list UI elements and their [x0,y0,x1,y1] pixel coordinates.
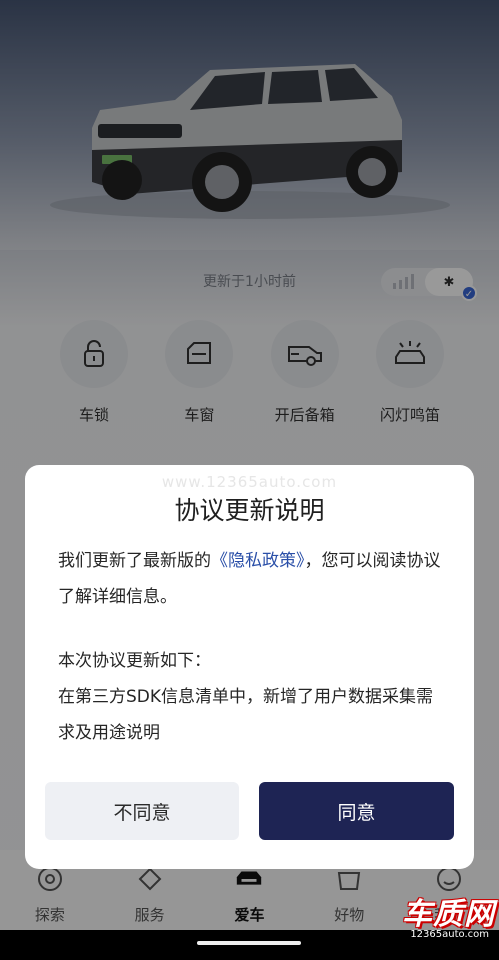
update-content: 在第三方SDK信息清单中，新增了用户数据采集需求及用途说明 [58,687,434,743]
dialog-intro-text: 我们更新了最新版的《隐私政策》，您可以阅读协议了解详细信息。 [58,543,448,615]
dialog-watermark: www.12365auto.com [161,473,338,491]
privacy-policy-link[interactable]: 《隐私政策》 [211,551,305,571]
intro-prefix: 我们更新了最新版的 [58,551,211,571]
watermark-logo-text: 车质网 [402,897,495,932]
agree-button[interactable]: 同意 [259,782,454,840]
agreement-update-dialog: www.12365auto.com 协议更新说明 我们更新了最新版的《隐私政策》… [25,465,474,869]
dialog-title: 协议更新说明 [174,496,325,525]
dialog-update-details: 本次协议更新如下： 在第三方SDK信息清单中，新增了用户数据采集需求及用途说明 [58,643,448,751]
decline-button[interactable]: 不同意 [45,782,239,840]
watermark-logo: 车质网 12365auto.com [402,889,495,940]
watermark-url: 12365auto.com [410,929,489,940]
home-indicator[interactable] [197,941,301,945]
update-heading: 本次协议更新如下： [58,651,211,671]
